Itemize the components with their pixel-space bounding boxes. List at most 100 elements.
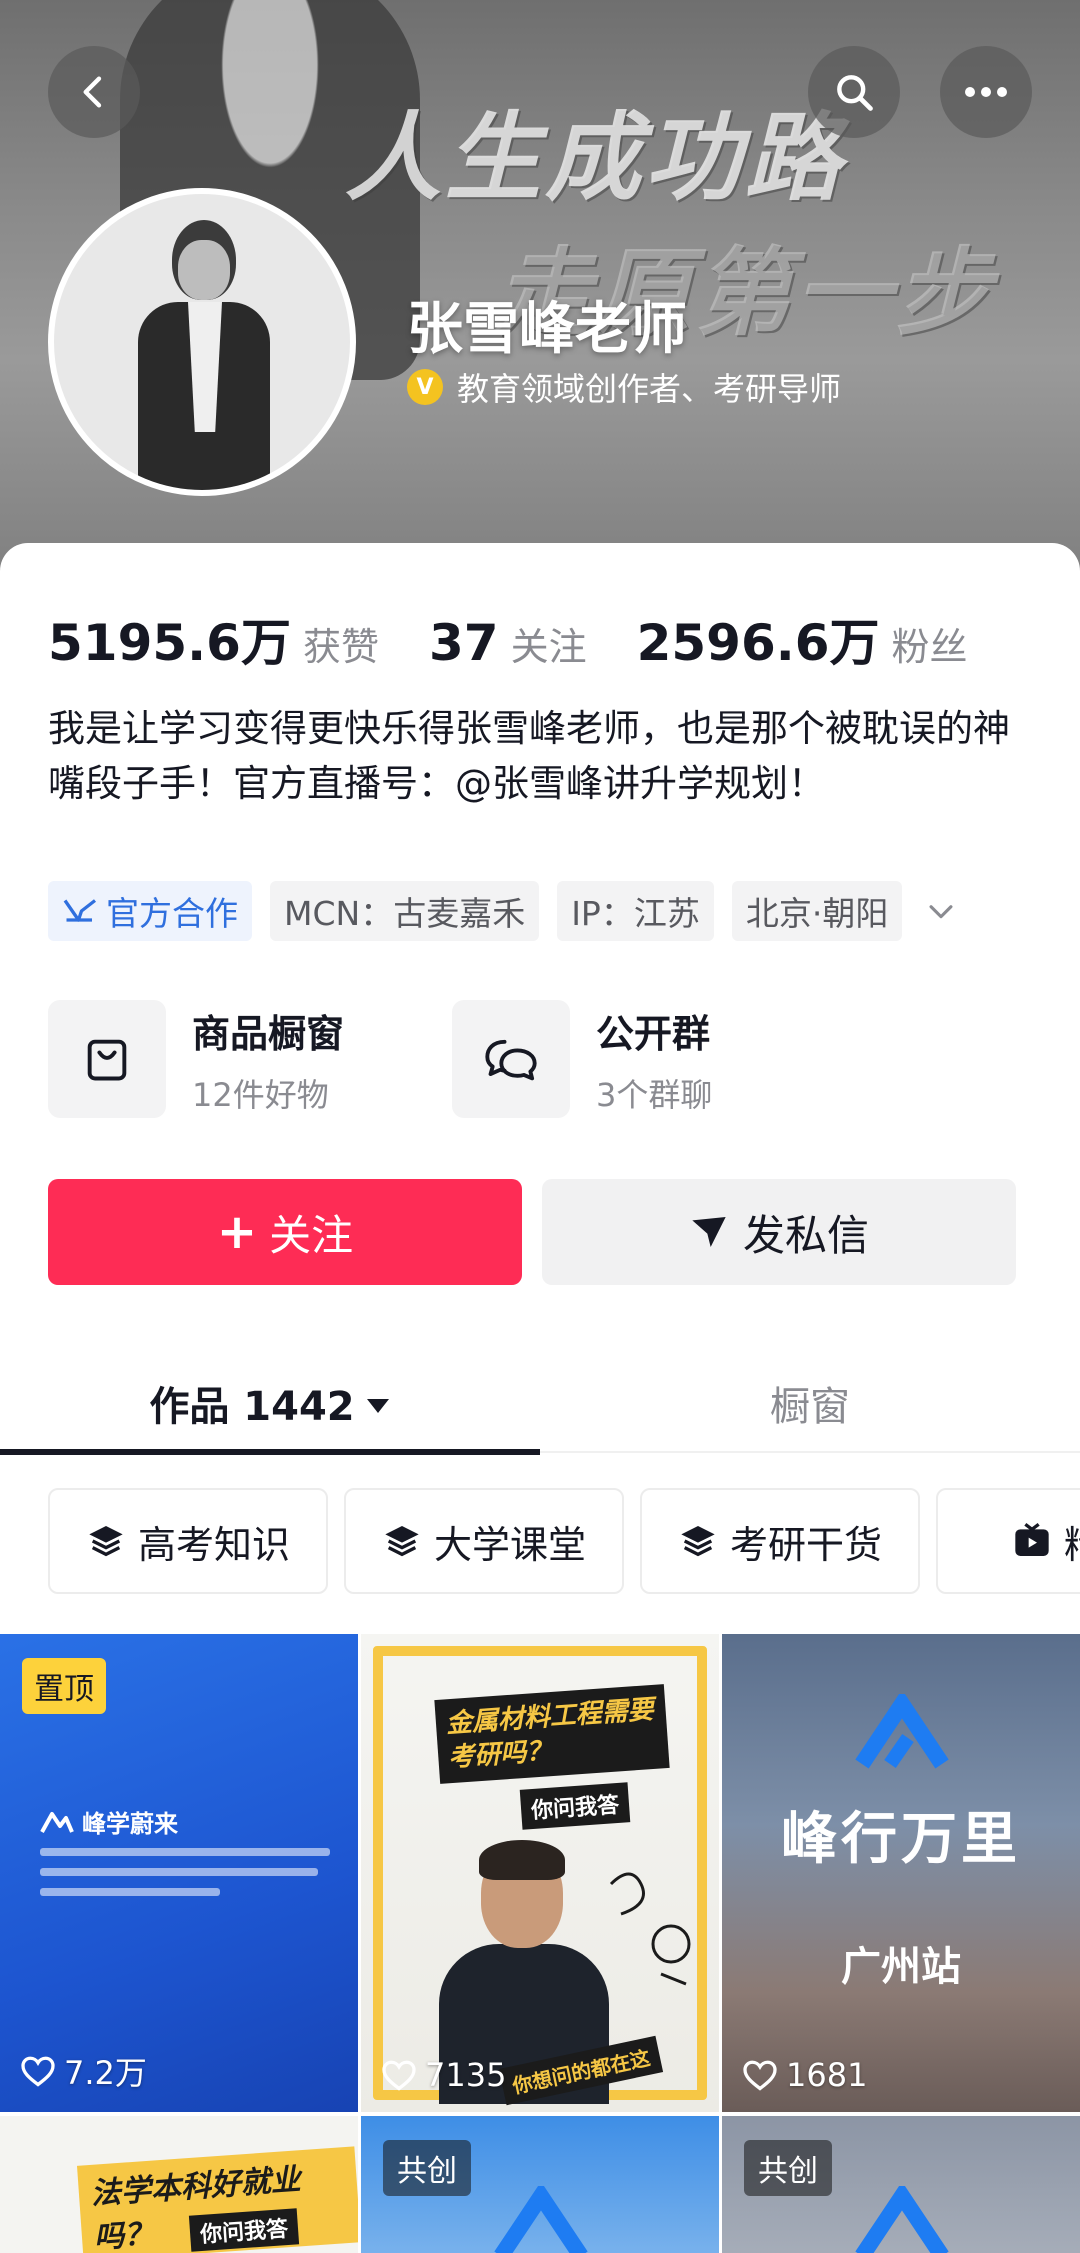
thumbnail-subtitle: 你问我答 [519,1782,631,1830]
entry-subtitle: 12件好物 [192,1075,329,1114]
entry-text: 商品橱窗 12件好物 [192,1003,344,1116]
avatar[interactable] [48,188,356,496]
expand-tags-button[interactable] [924,894,958,928]
heart-outline-icon [21,2056,55,2087]
layers-icon [681,1526,715,1557]
collection-chip-gaokao[interactable]: 高考知识 [48,1488,328,1594]
action-row: + 关注 发私信 [48,1179,1016,1285]
entry-row: 商品橱窗 12件好物 公开群 3个群聊 [48,1000,856,1118]
brand-logo-icon [40,1811,74,1833]
entry-text: 公开群 3个群聊 [596,1003,712,1116]
verification-text: 教育领域创作者、考研导师 [457,370,842,408]
verified-badge-icon: V [407,369,443,405]
shopping-bag-icon [87,1039,127,1081]
verification-row: V 教育领域创作者、考研导师 [407,364,841,410]
collection-chip-university[interactable]: 大学课堂 [344,1488,624,1594]
tag-official-partner[interactable]: 官方合作 [48,881,252,941]
entry-public-group[interactable]: 公开群 3个群聊 [452,1000,856,1118]
video-thumbnail[interactable]: 峰行万里 广州站 1681 [722,1634,1080,2112]
tag-mcn[interactable]: MCN：古麦嘉禾 [270,881,540,941]
chip-label: 大学课堂 [433,1522,586,1567]
tag-label: MCN：古麦嘉禾 [284,894,526,933]
tab-works[interactable]: 作品 1442 [0,1353,540,1453]
entry-title: 公开群 [596,1011,711,1056]
video-grid: 置顶 峰学蔚来 7.2万 金属材料工程需要考研吗？ 你问我答 你想问的都在这 7… [0,1634,1080,2253]
profile-banner: 人生成功路 走原第一步 张雪峰老师 V 教育领域创作者、考研导师 [0,0,1080,600]
tag-location: 北京·朝阳 [731,881,903,941]
entry-shop-window[interactable]: 商品橱窗 12件好物 [48,1000,452,1118]
more-button[interactable] [940,46,1032,138]
banner-slogan-line1: 人生成功路 [345,102,845,214]
back-button[interactable] [48,46,140,138]
brand-logo-icon [855,1694,949,1769]
layers-icon [385,1526,419,1557]
follow-label: 关注 [269,1210,354,1260]
cocreate-badge: 共创 [744,2140,832,2196]
like-count-value: 7135 [425,2056,507,2094]
stat-followers[interactable]: 2596.6万 粉丝 [637,603,968,675]
video-thumbnail[interactable]: 金属材料工程需要考研吗？ 你问我答 你想问的都在这 7135 [361,1634,719,2112]
collection-chip-highlights[interactable]: 精彩 [936,1488,1080,1594]
search-icon [837,75,873,111]
like-count: 7.2万 [20,2048,147,2094]
thumbnail-title: 金属材料工程需要考研吗？ [434,1684,670,1784]
heart-outline-icon [382,2060,416,2091]
stat-label: 粉丝 [891,625,968,669]
plus-icon: + [216,1204,258,1260]
stat-label: 关注 [510,625,587,669]
video-thumbnail[interactable]: 法学本科好就业吗？ 你问我答 [0,2116,358,2253]
stat-likes: 5195.6万 获赞 [48,603,379,675]
like-count-value: 7.2万 [64,2054,147,2092]
stat-label: 获赞 [302,625,379,669]
more-dots-icon [965,87,1007,97]
tag-label: IP：江苏 [571,894,700,933]
chip-label: 精彩 [1064,1514,1080,1569]
brand-logo-icon [855,2186,949,2253]
doodle-icon [609,1872,691,1986]
chip-label: 考研干货 [729,1522,882,1567]
content-tabs: 作品 1442 橱窗 [0,1353,1080,1455]
chip-label: 高考知识 [137,1522,290,1567]
follow-button[interactable]: + 关注 [48,1179,522,1285]
message-button[interactable]: 发私信 [542,1179,1016,1285]
thumbnail-subtitle: 广州站 [841,1944,961,1990]
brand-logo-icon [494,2186,588,2253]
tag-label: 官方合作 [106,894,238,933]
thumbnail-subtitle: 你问我答 [188,2208,300,2252]
like-count-value: 1681 [786,2056,868,2094]
entry-icon-box [452,1000,570,1118]
collection-chips: 高考知识 大学课堂 考研干货 精彩 [48,1488,1080,1594]
stat-following[interactable]: 37 关注 [429,614,587,672]
message-label: 发私信 [742,1210,869,1260]
entry-subtitle: 3个群聊 [596,1075,713,1114]
active-tab-indicator [0,1449,540,1455]
entry-title: 商品橱窗 [192,1011,345,1056]
stat-value: 37 [428,614,499,672]
stat-value: 2596.6万 [636,614,880,672]
brand-name: 峰学蔚来 [82,1810,178,1838]
video-thumbnail[interactable]: 共创 [722,2116,1080,2253]
chat-bubbles-icon [485,1039,537,1081]
tv-icon [1015,1523,1049,1556]
thumbnail-brand: 峰学蔚来 [40,1804,178,1839]
layers-icon [89,1526,123,1557]
search-button[interactable] [808,46,900,138]
chevron-down-icon [929,905,953,919]
heart-outline-icon [743,2060,777,2091]
profile-name: 张雪峰老师 [407,297,687,362]
thumbnail-text-lines [40,1848,330,1908]
cocreate-badge: 共创 [383,2140,471,2196]
like-count: 7135 [381,2056,506,2094]
video-thumbnail[interactable]: 置顶 峰学蔚来 7.2万 [0,1634,358,2112]
collection-chip-postgrad[interactable]: 考研干货 [640,1488,920,1594]
tag-ip: IP：江苏 [557,881,714,941]
tab-showcase[interactable]: 橱窗 [540,1353,1080,1453]
pinned-badge: 置顶 [22,1658,106,1714]
stats-row: 5195.6万 获赞 37 关注 2596.6万 粉丝 [48,603,1018,675]
tab-label: 橱窗 [770,1384,850,1430]
video-thumbnail[interactable]: 共创 [361,2116,719,2253]
send-arrow-icon [692,1217,726,1247]
official-partner-icon [63,899,97,922]
profile-bio: 我是让学习变得更快乐得张雪峰老师，也是那个被耽误的神嘴段子手！官方直播号：@张雪… [48,707,1010,805]
stat-value: 5195.6万 [48,614,291,672]
